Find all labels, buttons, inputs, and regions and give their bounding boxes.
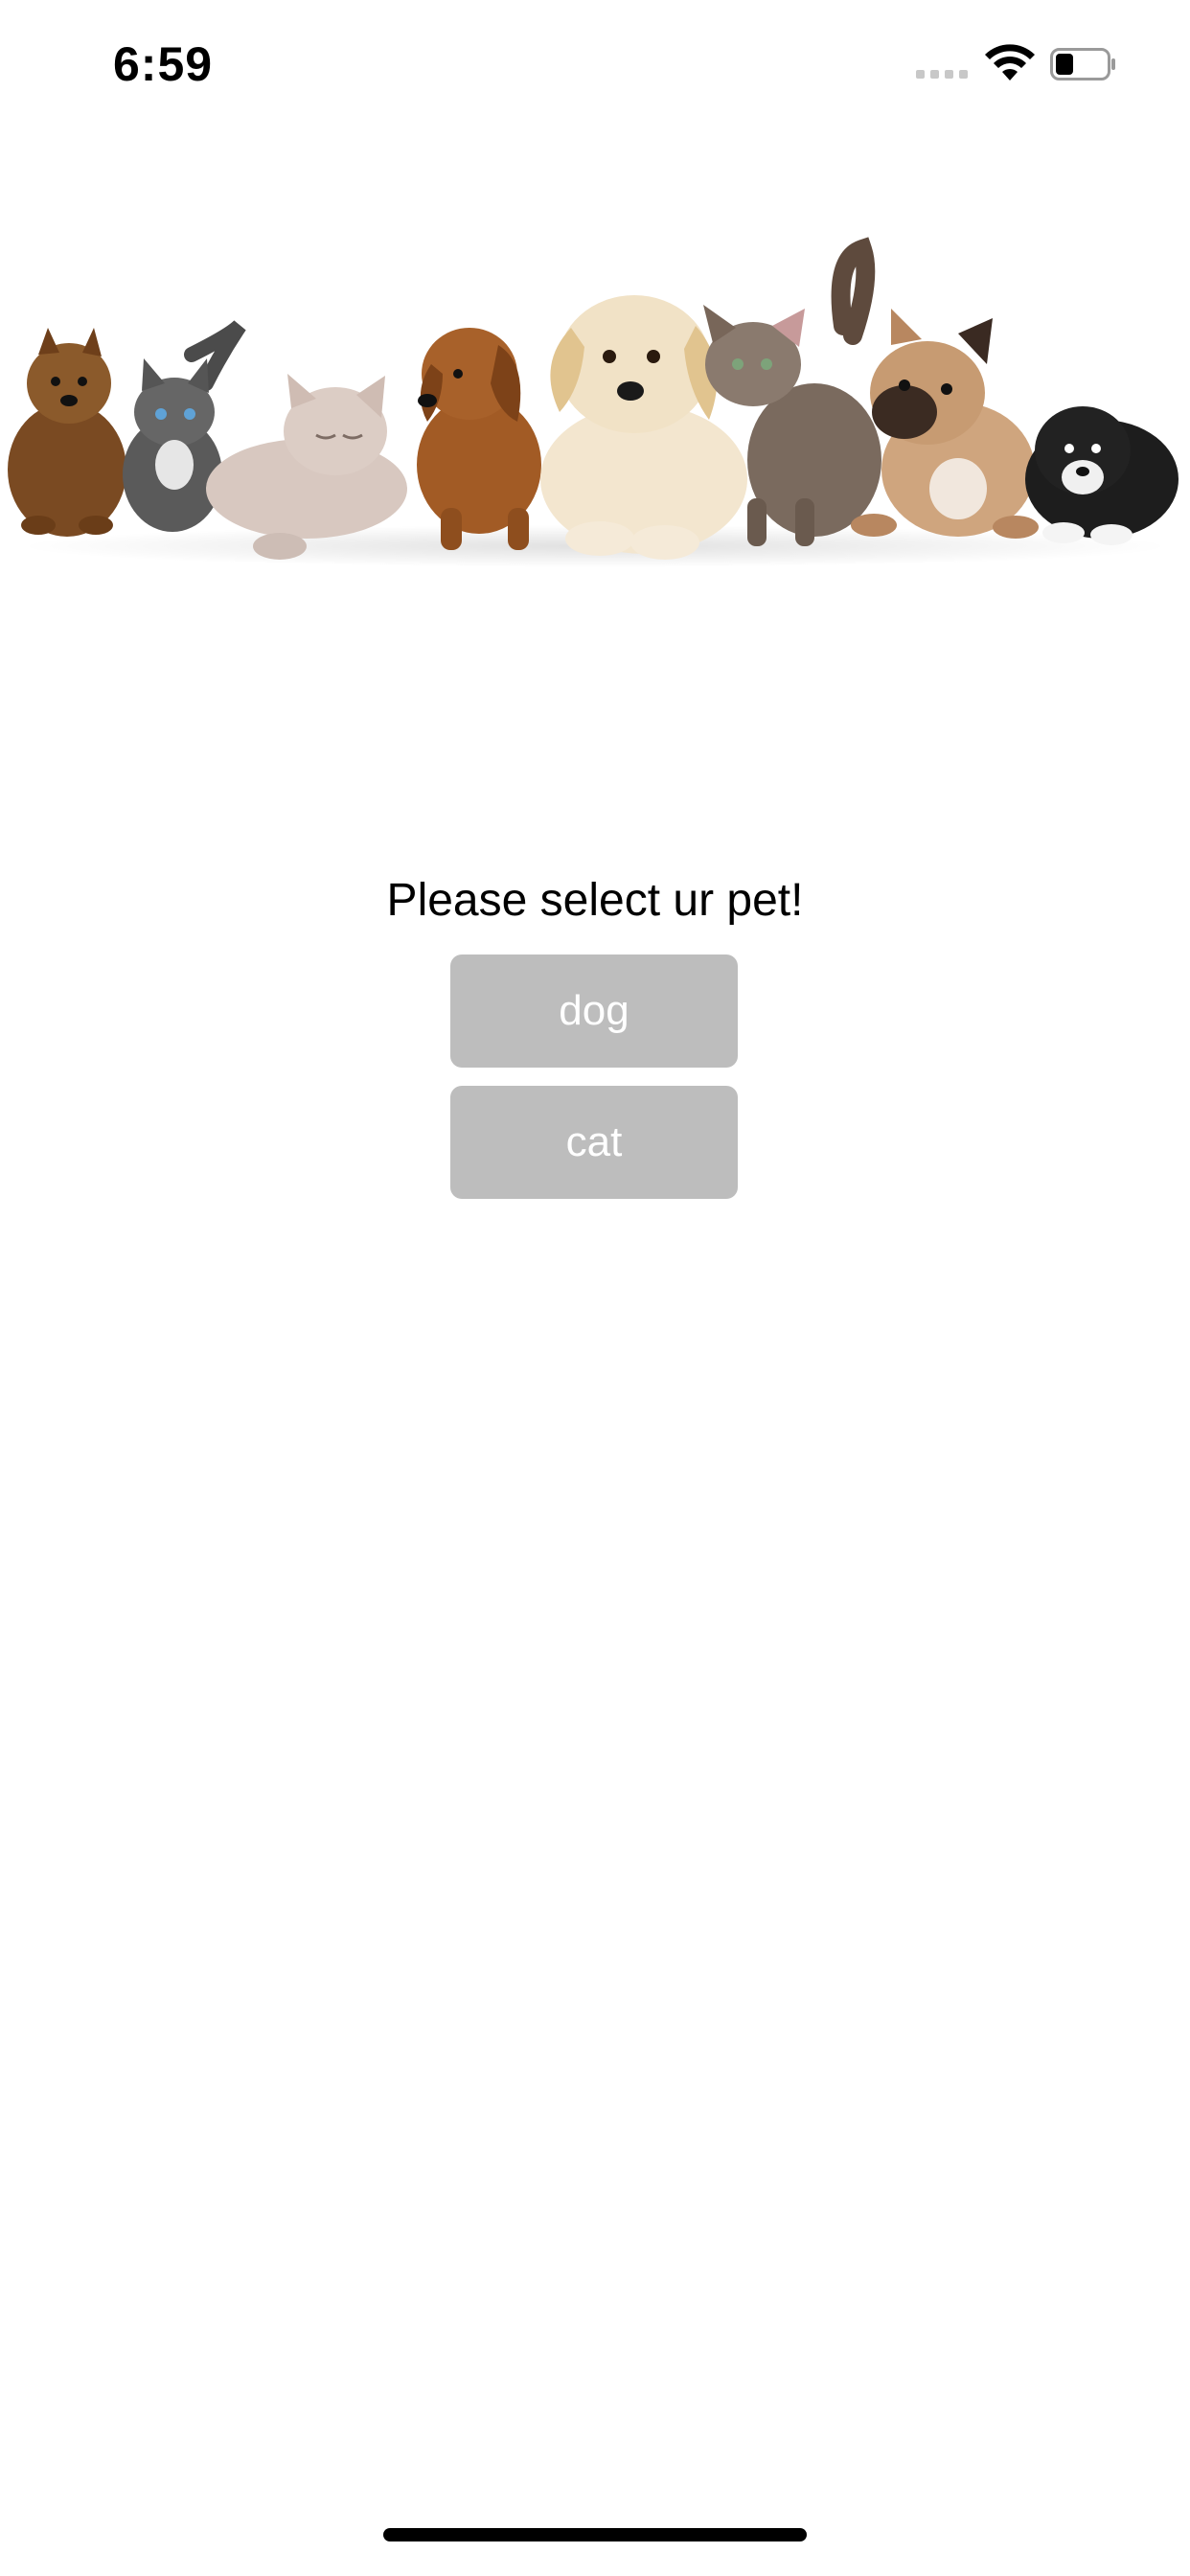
puppy-1 xyxy=(8,328,126,537)
battery-icon xyxy=(1050,48,1115,80)
home-indicator[interactable] xyxy=(383,2528,807,2542)
pets-banner-image xyxy=(8,237,1179,567)
wifi-icon xyxy=(985,44,1035,80)
puppy-2 xyxy=(417,328,541,550)
puppy-4 xyxy=(851,309,1039,539)
puppy-5 xyxy=(1025,406,1179,545)
pet-selection-prompt: Please select ur pet! xyxy=(386,875,804,926)
cellular-signal-icon xyxy=(916,70,968,79)
dog-button[interactable]: dog xyxy=(450,954,738,1068)
status-bar: 6:59 xyxy=(0,0,1190,134)
cat-button[interactable]: cat xyxy=(450,1086,738,1199)
status-time: 6:59 xyxy=(113,37,214,91)
